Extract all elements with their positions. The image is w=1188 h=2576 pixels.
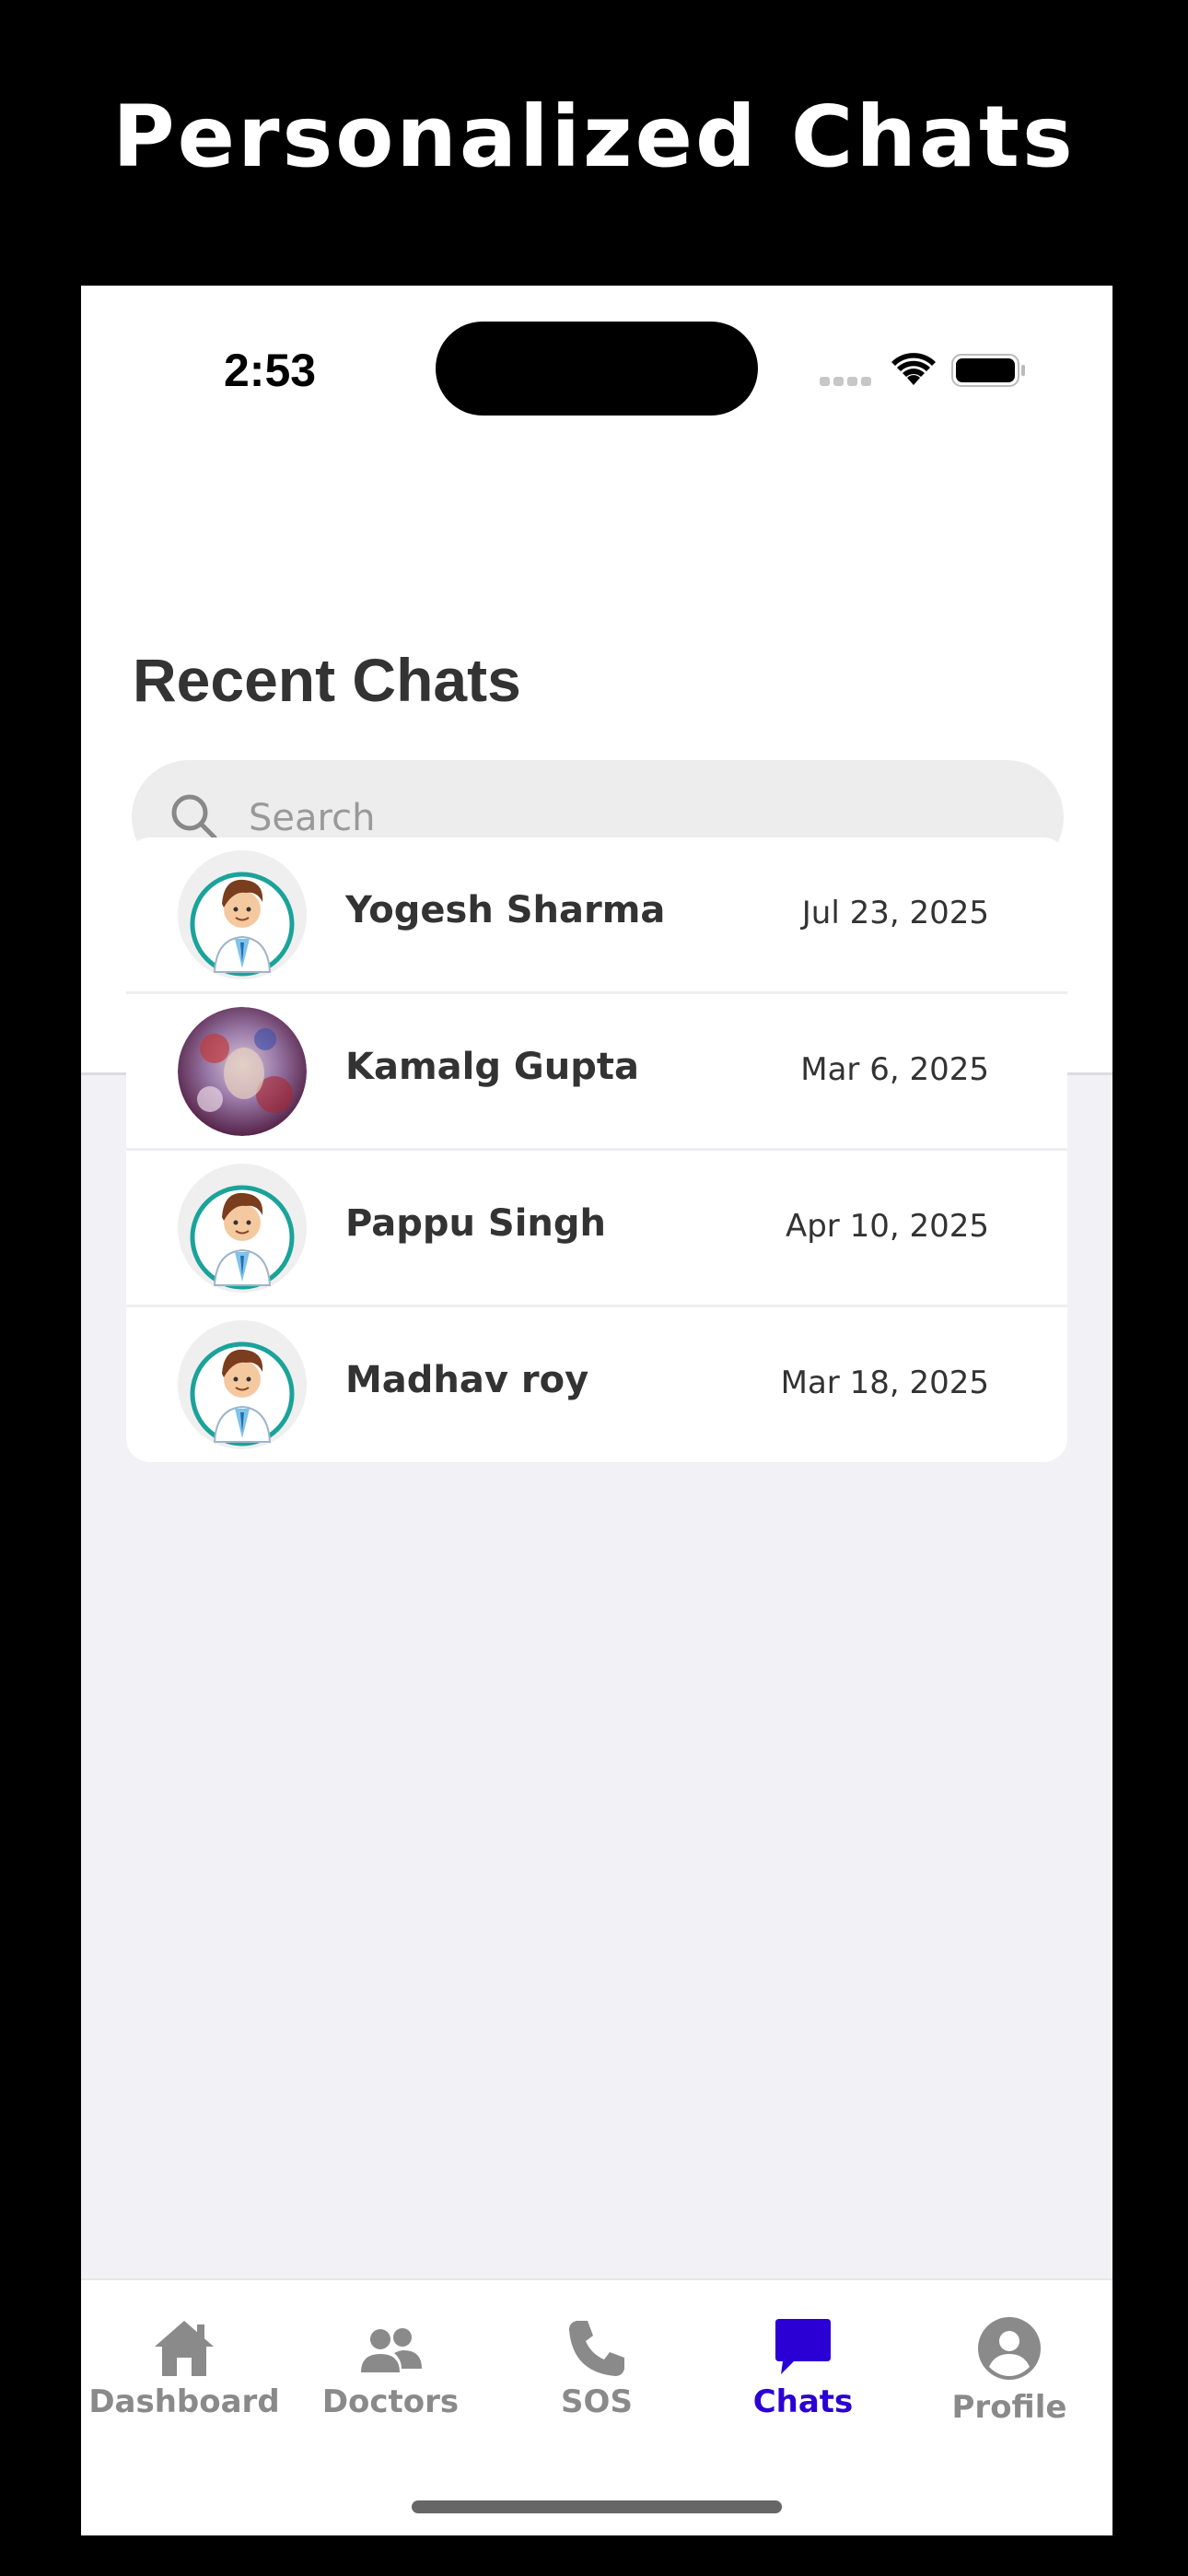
tab-label: Chats [752, 2383, 854, 2420]
cellular-signal-icon [820, 377, 871, 386]
tab-chats[interactable]: Chats [700, 2280, 906, 2446]
status-time: 2:53 [224, 345, 317, 396]
chat-row-madhav-roy[interactable]: Madhav roy Mar 18, 2025 [126, 1307, 1067, 1462]
chat-name: Pappu Singh [345, 1202, 607, 1245]
photo-avatar [178, 1007, 307, 1136]
wifi-icon [891, 353, 936, 385]
chat-name: Yogesh Sharma [345, 889, 666, 931]
dynamic-island [436, 322, 758, 416]
chat-name: Madhav roy [345, 1359, 589, 1401]
promo-headline: Personalized Chats [112, 88, 1076, 186]
chat-name: Kamalg Gupta [345, 1046, 639, 1088]
chat-date: Apr 10, 2025 [785, 1208, 989, 1245]
chat-date: Mar 18, 2025 [780, 1364, 989, 1401]
chat-row-kamalg-gupta[interactable]: Kamalg Gupta Mar 6, 2025 [126, 994, 1067, 1151]
home-indicator[interactable] [412, 2500, 782, 2513]
status-bar: 2:53 [81, 286, 1112, 424]
chat-bubble-icon [775, 2319, 831, 2374]
tab-dashboard[interactable]: Dashboard [81, 2280, 287, 2446]
bottom-tab-bar: Dashboard Doctors SOS Chats Profile [81, 2278, 1112, 2535]
phone-icon [569, 2321, 624, 2376]
tab-label: Doctors [321, 2383, 460, 2420]
tab-label: Profile [951, 2389, 1067, 2426]
chat-list: Yogesh Sharma Jul 23, 2025 Kamalg Gupta … [126, 837, 1067, 1462]
chat-date: Jul 23, 2025 [801, 895, 989, 931]
tab-label: SOS [561, 2383, 633, 2420]
home-icon [155, 2321, 214, 2376]
doctor-avatar [178, 1320, 307, 1449]
chat-row-yogesh-sharma[interactable]: Yogesh Sharma Jul 23, 2025 [126, 837, 1067, 994]
people-icon [361, 2328, 422, 2372]
tab-sos[interactable]: SOS [494, 2280, 700, 2446]
search-icon [171, 794, 217, 840]
phone-screen: 2:53 Recent Chats Search Yogesh Sharma J… [81, 286, 1112, 2535]
chat-row-pappu-singh[interactable]: Pappu Singh Apr 10, 2025 [126, 1151, 1067, 1307]
user-circle-icon [978, 2317, 1041, 2380]
battery-icon [951, 354, 1025, 387]
doctor-avatar [178, 850, 307, 979]
doctor-avatar [178, 1164, 307, 1293]
tab-label: Dashboard [88, 2383, 280, 2420]
tab-profile[interactable]: Profile [906, 2280, 1112, 2446]
chat-date: Mar 6, 2025 [800, 1051, 989, 1088]
tab-doctors[interactable]: Doctors [287, 2280, 494, 2446]
page-title: Recent Chats [133, 646, 521, 714]
